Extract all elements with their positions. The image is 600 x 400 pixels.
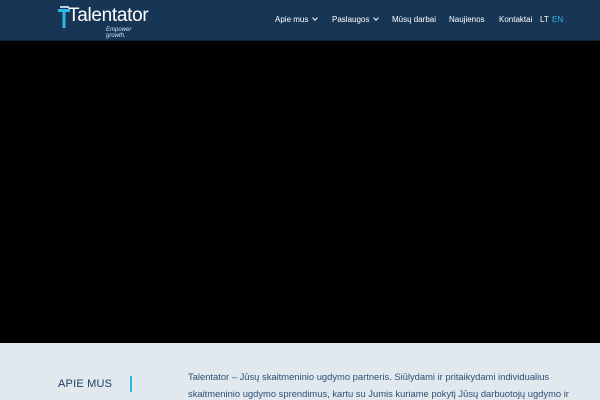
section-divider [130,376,132,392]
about-text-line: skaitmeninio ugdymo sprendimus, kartu su… [188,388,569,399]
language-lt[interactable]: LT [540,15,549,24]
nav-item-label: Mūsų darbai [392,15,437,24]
nav-item-musu-darbai[interactable]: Mūsų darbai [392,15,436,24]
nav-item-label: Kontaktai [499,15,533,24]
nav-item-label: Naujienos [449,15,485,24]
about-text-line: Talentator – Jūsų skaitmeninio ugdymo pa… [188,371,550,382]
about-title: APIE MUS [58,378,113,390]
chevron-down-icon [312,15,319,21]
chevron-down-icon [373,15,380,21]
main-nav: Apie mus Paslaugos Mūsų darbai Naujienos… [0,0,600,40]
nav-item-paslaugos[interactable]: Paslaugos [332,15,380,24]
nav-item-kontaktai[interactable]: Kontaktai [499,15,532,24]
about-section: APIE MUS Talentator – Jūsų skaitmeninio … [0,343,600,400]
nav-item-label: Apie mus [275,15,309,24]
nav-item-apie-mus[interactable]: Apie mus [275,15,319,24]
nav-item-label: Paslaugos [332,15,370,24]
hero-video[interactable] [0,41,600,343]
about-text: Talentator – Jūsų skaitmeninio ugdymo pa… [188,368,569,400]
language-en[interactable]: EN [552,15,563,24]
nav-item-naujienos[interactable]: Naujienos [449,15,485,24]
site-header: Talentator Empower growth. Apie mus Pasl… [0,0,600,41]
